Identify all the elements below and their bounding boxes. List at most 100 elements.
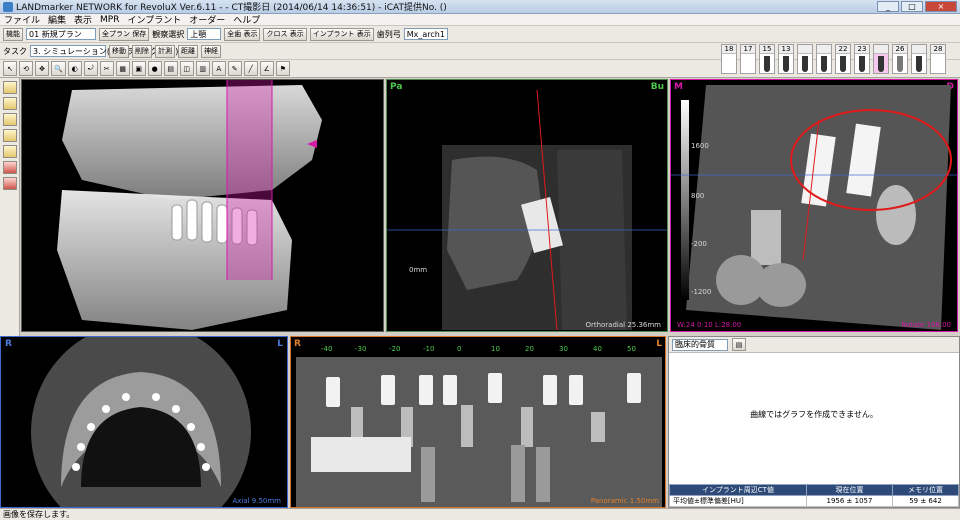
arch-select[interactable]: Mx_arch1 [403,28,448,40]
angle-icon[interactable]: ∠ [259,61,274,76]
document-icon[interactable] [2,97,17,110]
pointer-icon[interactable]: ↖ [3,61,17,76]
flag-icon[interactable]: ⚑ [275,61,290,76]
tooth-13[interactable]: 13 [778,44,794,74]
list-icon[interactable] [2,113,17,126]
minimize-button[interactable]: _ [877,1,899,12]
panoramic-view[interactable]: R L -40 -30 -20 -10 0 10 20 30 40 50 Panorami [290,336,666,508]
tooth-18[interactable]: 18 [721,44,737,74]
status-bar: 画像を保存します。 [0,508,960,520]
measure-button[interactable]: 計測 [155,44,175,58]
bone-quality-panel: 臨床的骨質 ▤ 曲線ではグラフを作成できません。 インプラント周辺CT値 現在位… [668,336,960,508]
save-all-plans-button[interactable]: 全プラン 保存 [99,27,150,41]
bone-quality-select[interactable]: 臨床的骨質 [672,338,728,351]
sphere-icon[interactable]: ● [147,61,162,76]
cross-icon[interactable] [2,177,17,190]
menu-bar: ファイル 編集 表示 MPR インプラント オーダー ヘルプ [0,14,960,26]
view-select[interactable]: 上顎 [187,28,222,40]
maximize-button[interactable]: □ [901,1,923,12]
tooth-slot-8[interactable] [873,44,889,74]
window-level-icon[interactable]: ◐ [67,61,82,76]
cross-footer: Orthoradial 25.36mm [585,321,661,329]
move-button[interactable]: 移動 [109,44,129,58]
reset-icon[interactable]: ⤾ [83,61,98,76]
menu-file[interactable]: ファイル [4,13,40,26]
pan-icon[interactable]: ✥ [35,61,49,76]
delete-button[interactable]: 削除 [132,44,152,58]
vr-icon[interactable]: ◫ [179,61,194,76]
chart-settings-icon[interactable]: ▤ [732,338,746,351]
hu-row-label: 平均値±標準偏差[HU] [669,495,807,507]
title-bar: LANDmarker NETWORK for RevoluX Ver.6.11 … [0,0,960,14]
implant-view-button[interactable]: インプラント 表示 [309,27,374,41]
tooth-icon [840,56,846,72]
snapshot-icon[interactable]: ▣ [131,61,146,76]
hu-row-current: 1956 ± 1057 [805,495,894,507]
close-button[interactable]: × [925,1,957,12]
arch-label: 歯列弓 [376,29,401,39]
tooth-15[interactable]: 15 [759,44,775,74]
scale-tick-3: -200 [691,240,707,248]
text-icon[interactable]: A [211,61,226,76]
layout-icon[interactable]: ▤ [163,61,178,76]
tooth-slot-4[interactable] [797,44,813,74]
tooth-icon [878,56,884,72]
nerve-button[interactable]: 神経 [201,44,221,58]
menu-help[interactable]: ヘルプ [233,13,260,26]
hu-header-memory: メモリ位置 [892,484,959,496]
tooth-26[interactable]: 26 [892,44,908,74]
tooth-slot-5[interactable] [816,44,832,74]
task-select[interactable]: 3. シミュレーション(パノラミックMPR) [30,45,178,57]
task-label: タスク [3,46,27,56]
function-button[interactable]: 機能 [3,27,23,41]
rotate-icon[interactable]: ⟲ [19,61,33,76]
menu-mpr[interactable]: MPR [100,15,119,25]
all-teeth-button[interactable]: 全歯 表示 [224,27,261,41]
menu-edit[interactable]: 編集 [48,13,66,26]
volume-3d-view[interactable] [21,79,384,332]
tooth-number: 26 [893,45,907,54]
pen-icon[interactable]: ✎ [227,61,242,76]
tooth-17[interactable]: 17 [740,44,756,74]
menu-order[interactable]: オーダー [189,13,225,26]
tooth-icon [897,56,903,72]
panoramic-image [296,357,662,507]
tooth-number: 15 [760,45,774,54]
tooth-slot-10[interactable] [911,44,927,74]
view-select-label: 観察選択 [152,29,185,39]
menu-implant[interactable]: インプラント [128,13,182,26]
tooth-chart: 18 17 15 13 22 23 26 28 [721,44,946,74]
zoom-icon[interactable]: 🔍 [51,61,66,76]
tool-icon[interactable] [2,161,17,174]
cross-view-button[interactable]: クロス 表示 [263,27,307,41]
line-icon[interactable]: ╱ [243,61,258,76]
tooth-number: 18 [722,45,736,54]
tooth-22[interactable]: 22 [835,44,851,74]
hu-table: インプラント周辺CT値 現在位置 メモリ位置 平均値±標準偏差[HU] 1956… [669,484,959,507]
tooth-number: 13 [779,45,793,54]
implant-slice-view[interactable]: M D 1600 800 -200 -1200 W:24 0:10 L:28.0… [670,79,958,332]
grid-icon[interactable]: ▦ [115,61,130,76]
tooth-icon [859,56,865,72]
info-message: 曲線ではグラフを作成できません。 [750,410,878,419]
distance-button[interactable]: 距離 [178,44,198,58]
notes-icon[interactable] [2,129,17,142]
app-icon [3,1,13,12]
tooth-23[interactable]: 23 [854,44,870,74]
cut-icon[interactable]: ✂ [99,61,114,76]
slice-image [671,85,957,330]
cross-section-view[interactable]: Pa Bu 0mm Orthoradial 25.36mm [386,79,668,332]
axial-image [31,337,251,507]
plan-select[interactable]: 01 新規プラン [26,28,96,40]
scale-tick-1: 1600 [691,142,709,150]
scale-tick-2: 800 [691,192,705,200]
tooth-28[interactable]: 28 [930,44,946,74]
menu-view[interactable]: 表示 [74,13,92,26]
folder-icon[interactable] [2,81,17,94]
clipboard-icon[interactable] [2,145,17,158]
axial-view[interactable]: R L Axial 9.50mm [0,336,288,508]
mpr-icon[interactable]: ▥ [195,61,210,76]
function-label: 機能 [6,30,20,38]
hu-row-memory: 59 ± 642 [892,495,959,507]
tooth-number [817,45,831,54]
